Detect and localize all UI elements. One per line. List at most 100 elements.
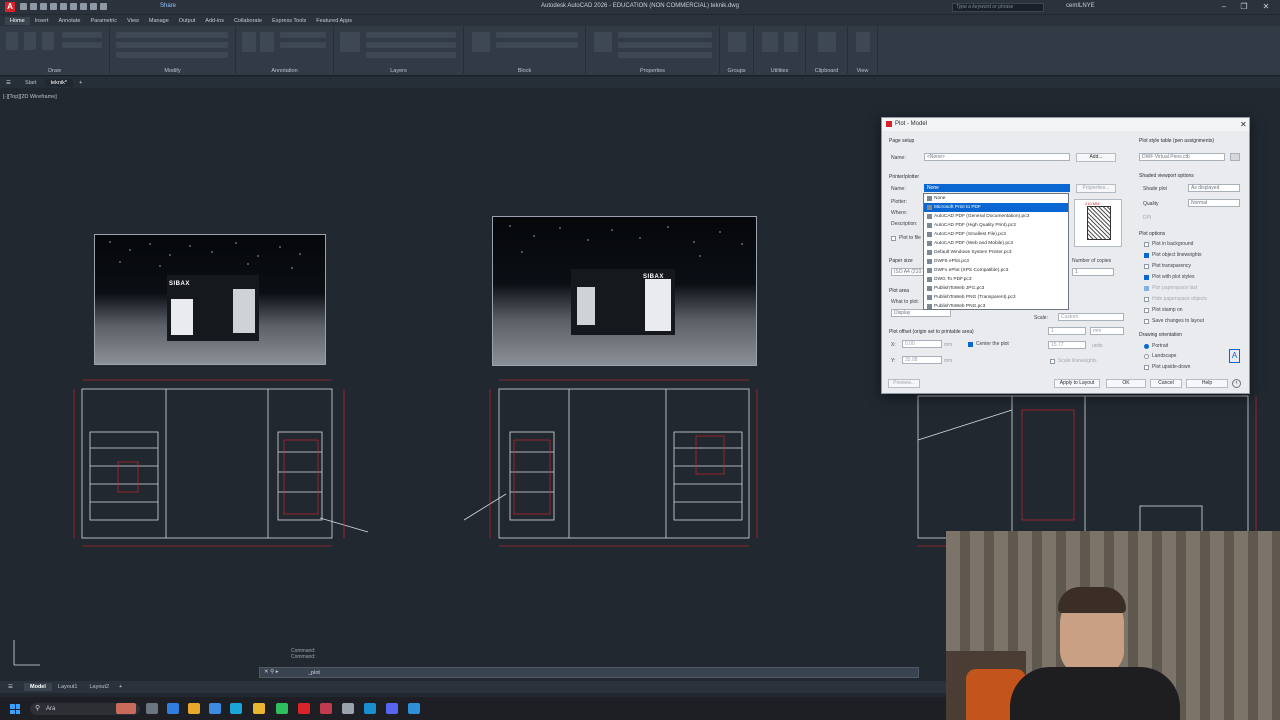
plot-paperspace-last-checkbox[interactable]: Plot paperspace last bbox=[1144, 285, 1197, 291]
taskbar-app-icon-3[interactable] bbox=[408, 703, 420, 714]
tab-model[interactable]: Model bbox=[24, 683, 52, 691]
elevation-left-dims bbox=[73, 379, 345, 547]
offset-y-input[interactable]: 33.08 bbox=[902, 356, 942, 364]
quality-label: Quality bbox=[1143, 201, 1159, 207]
ok-button[interactable]: OK bbox=[1106, 379, 1146, 388]
cancel-button[interactable]: Cancel bbox=[1150, 379, 1182, 388]
hide-paperspace-checkbox[interactable]: Hide paperspace objects bbox=[1144, 296, 1207, 302]
plot-offset-section: Plot offset (origin set to printable are… bbox=[889, 329, 974, 335]
tab-layout2[interactable]: Layout2 bbox=[83, 683, 115, 691]
save-changes-checkbox[interactable]: Save changes to layout bbox=[1144, 318, 1204, 324]
scale-units-label: units bbox=[1092, 343, 1103, 349]
landscape-radio[interactable]: Landscape bbox=[1144, 353, 1176, 359]
discord-icon[interactable] bbox=[386, 703, 398, 714]
plot-to-file-checkbox[interactable]: Plot to file bbox=[891, 235, 921, 241]
plot-style-section: Plot style table (pen assignments) bbox=[1139, 138, 1215, 144]
printer-option[interactable]: PublishToWeb PNG (Transparent).pc3 bbox=[924, 293, 1068, 302]
webcam-overlay bbox=[946, 531, 1280, 720]
printer-option[interactable]: None bbox=[924, 194, 1068, 203]
orientation-section: Drawing orientation bbox=[1139, 332, 1183, 338]
copies-input[interactable]: 1 bbox=[1072, 268, 1114, 276]
printer-option[interactable]: DWF6 ePlot.pc3 bbox=[924, 257, 1068, 266]
printer-option[interactable]: AutoCAD PDF (General Documentation).pc3 bbox=[924, 212, 1068, 221]
autocad-window: A Share Autodesk AutoCAD 2026 - EDUCATIO… bbox=[0, 0, 1280, 720]
printer-option[interactable]: Default Windows System Printer.pc3 bbox=[924, 248, 1068, 257]
scale-lineweights-checkbox[interactable]: Scale lineweights bbox=[1050, 358, 1097, 364]
preview-button[interactable]: Preview... bbox=[888, 379, 920, 388]
where-label: Where: bbox=[891, 210, 908, 216]
plot-with-styles-checkbox[interactable]: Plot with plot styles bbox=[1144, 274, 1195, 280]
store-icon[interactable] bbox=[209, 703, 221, 714]
upside-down-checkbox[interactable]: Plot upside-down bbox=[1144, 364, 1190, 370]
orientation-label: Plot upside-down bbox=[1152, 364, 1191, 370]
elevation-right bbox=[917, 395, 1249, 539]
plot-option-label: Plot paperspace last bbox=[1152, 285, 1198, 291]
task-view-icon[interactable] bbox=[146, 703, 158, 714]
taskbar-tool-icon[interactable] bbox=[342, 703, 354, 714]
windows-start-icon[interactable] bbox=[10, 704, 20, 714]
elevation-left bbox=[81, 388, 369, 539]
chrome-icon[interactable] bbox=[188, 703, 200, 714]
taskbar-app-icon-2[interactable] bbox=[364, 703, 376, 714]
scale-value-input[interactable]: 1 bbox=[1048, 327, 1086, 335]
render-stars bbox=[109, 225, 743, 269]
center-plot-checkbox[interactable]: Center the plot bbox=[968, 341, 1009, 347]
plot-option-label: Plot in background bbox=[1152, 241, 1194, 247]
quality-select[interactable]: Normal bbox=[1188, 199, 1240, 207]
autocad-taskbar-icon[interactable] bbox=[320, 703, 332, 714]
add-layout-icon[interactable]: + bbox=[119, 684, 122, 690]
plot-transparency-checkbox[interactable]: Plot transparency bbox=[1144, 263, 1191, 269]
scale-units-input[interactable]: 15.77 bbox=[1048, 341, 1086, 349]
layout-menu-icon[interactable]: ☰ bbox=[8, 684, 13, 690]
plot-in-background-checkbox[interactable]: Plot in background bbox=[1144, 241, 1193, 247]
edge-icon[interactable] bbox=[167, 703, 179, 714]
printer-option[interactable]: AutoCAD PDF (Smallest File).pc3 bbox=[924, 230, 1068, 239]
plot-options-section: Plot options bbox=[1139, 231, 1166, 237]
shade-plot-select[interactable]: As displayed bbox=[1188, 184, 1240, 192]
dpi-label: DPI bbox=[1143, 215, 1152, 221]
printer-option[interactable]: DWFx ePlot (XPS Compatible).pc3 bbox=[924, 266, 1068, 275]
tab-layout1[interactable]: Layout1 bbox=[52, 683, 84, 691]
file-explorer-icon[interactable] bbox=[253, 703, 265, 714]
offset-x-input[interactable]: 0.00 bbox=[902, 340, 942, 348]
command-input[interactable] bbox=[308, 669, 908, 677]
scale-unit-select[interactable]: mm bbox=[1090, 327, 1124, 335]
help-button[interactable]: Help bbox=[1186, 379, 1228, 388]
portrait-radio[interactable]: Portrait bbox=[1144, 343, 1168, 349]
plot-style-select[interactable]: DWF Virtual Pens.ctb bbox=[1139, 153, 1225, 161]
page-setup-select[interactable]: <None> bbox=[924, 153, 1070, 161]
close-icon[interactable]: ✕ bbox=[1240, 120, 1247, 129]
printer-option[interactable]: DWG To PDF.pc3 bbox=[924, 275, 1068, 284]
plot-lineweights-checkbox[interactable]: Plot object lineweights bbox=[1144, 252, 1201, 258]
edit-plot-style-icon[interactable] bbox=[1230, 153, 1240, 161]
search-icon: ⚲ bbox=[35, 705, 41, 712]
command-line-icons[interactable]: ✕ ⚲ ▸ bbox=[264, 669, 278, 675]
spotify-icon[interactable] bbox=[276, 703, 288, 714]
printer-dropdown-list[interactable]: None Microsoft Print to PDF AutoCAD PDF … bbox=[923, 193, 1069, 310]
printer-option[interactable]: AutoCAD PDF (High Quality Print).pc3 bbox=[924, 221, 1068, 230]
printer-option[interactable]: AutoCAD PDF (Web and Mobile).pc3 bbox=[924, 239, 1068, 248]
command-line[interactable]: ✕ ⚲ ▸ bbox=[259, 667, 919, 678]
scale-select[interactable]: Custom bbox=[1058, 313, 1124, 321]
page-setup-section: Page setup bbox=[889, 138, 915, 144]
offset-x-label: X: bbox=[891, 342, 896, 348]
plot-option-label: Plot stamp on bbox=[1152, 307, 1183, 313]
plot-stamp-checkbox[interactable]: Plot stamp on bbox=[1144, 307, 1183, 313]
browser-icon[interactable] bbox=[230, 703, 242, 714]
orientation-preview-icon: A bbox=[1229, 349, 1240, 363]
printer-option[interactable]: PublishToWeb PNG.pc3 bbox=[924, 302, 1068, 311]
copies-label: Number of copies bbox=[1072, 258, 1112, 264]
scale-lineweights-label: Scale lineweights bbox=[1058, 358, 1097, 364]
taskbar-widget-icon[interactable] bbox=[116, 703, 136, 714]
taskbar-app-icon[interactable] bbox=[298, 703, 310, 714]
plot-area-section: Plot area bbox=[889, 288, 910, 294]
add-page-setup-button[interactable]: Add... bbox=[1076, 153, 1116, 162]
printer-option[interactable]: PublishToWeb JPG.pc3 bbox=[924, 284, 1068, 293]
apply-to-layout-button[interactable]: Apply to Layout bbox=[1054, 379, 1100, 388]
printer-select[interactable]: None bbox=[924, 184, 1070, 192]
collapse-options-icon[interactable]: ‹ bbox=[1232, 379, 1241, 388]
orientation-label: Portrait bbox=[1152, 343, 1169, 349]
shade-plot-label: Shade plot bbox=[1143, 186, 1167, 192]
printer-option[interactable]: Microsoft Print to PDF bbox=[924, 203, 1068, 212]
printer-properties-button[interactable]: Properties... bbox=[1076, 184, 1116, 193]
